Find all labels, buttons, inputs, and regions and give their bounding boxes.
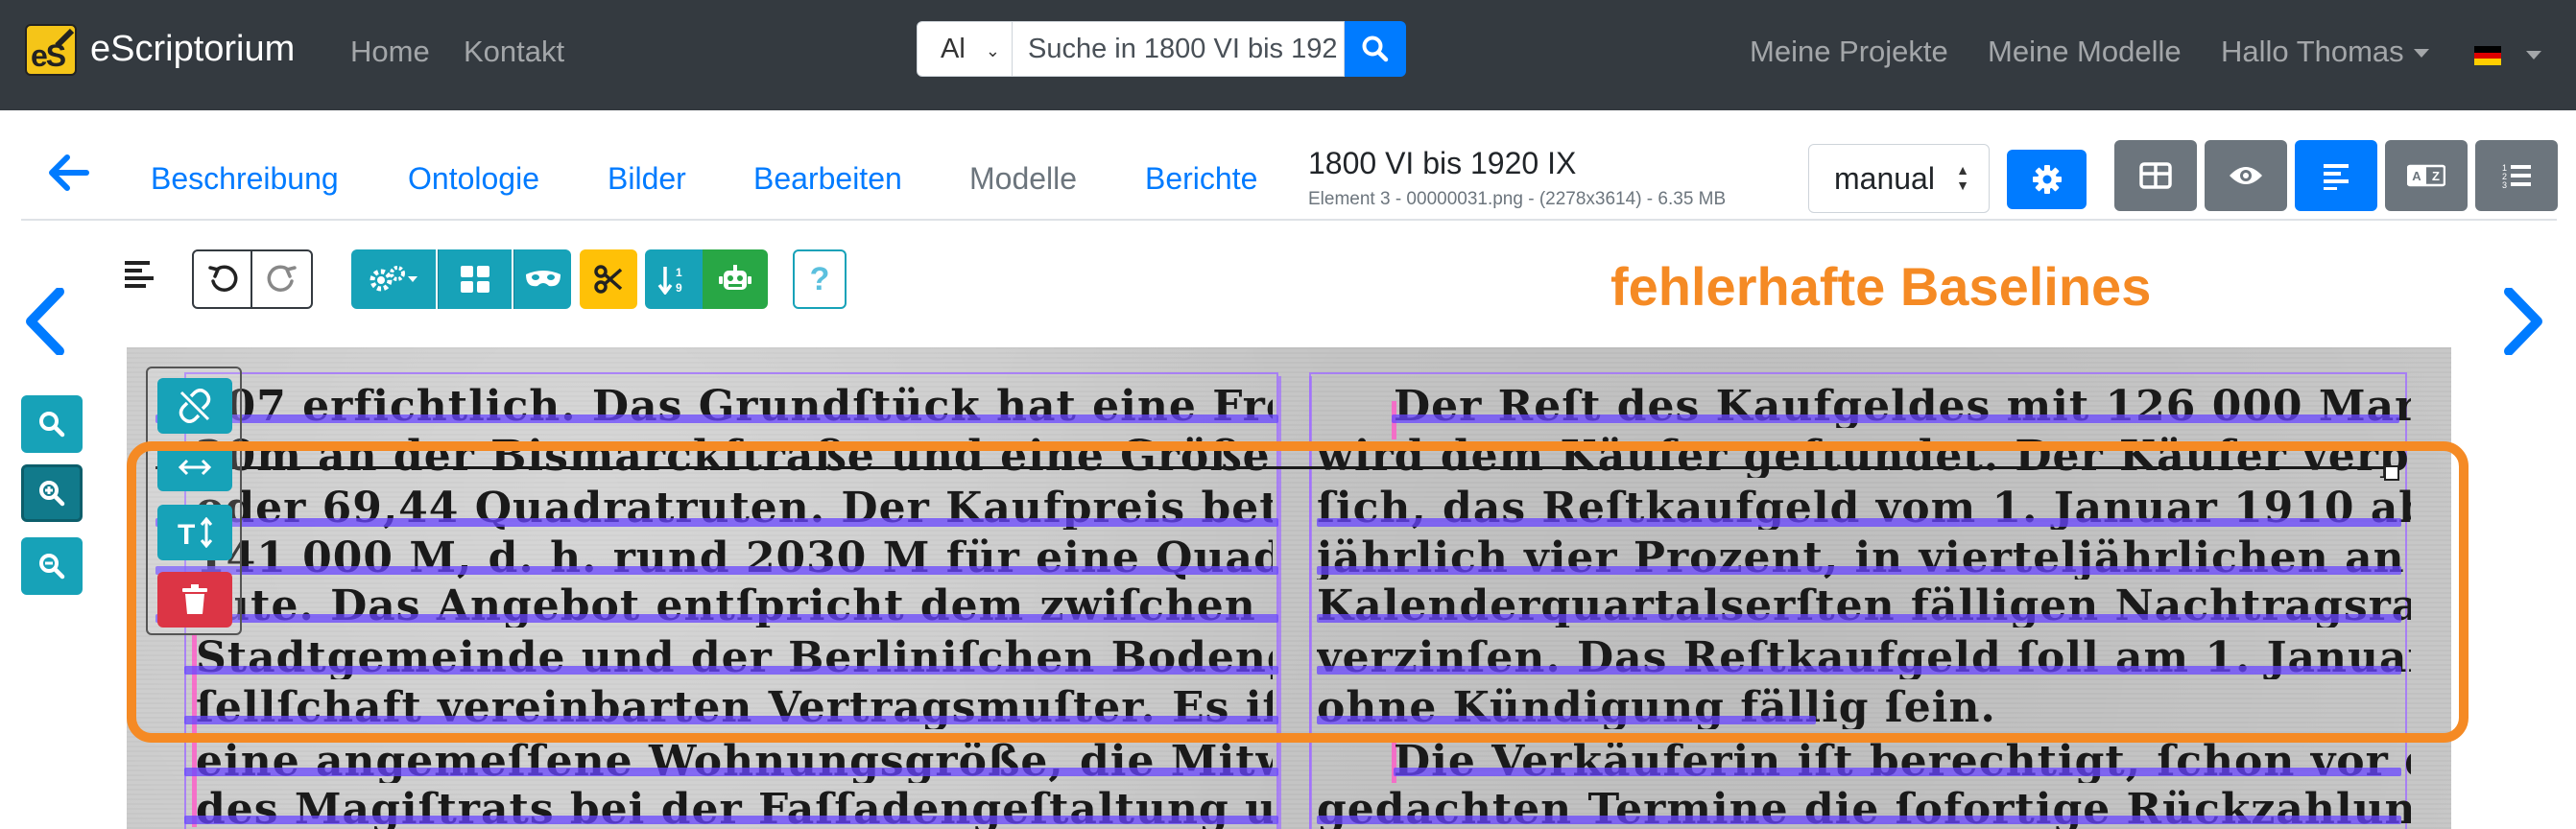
my-projects-link[interactable]: Meine Projekte (1750, 35, 1948, 69)
tab-bilder[interactable]: Bilder (608, 161, 686, 197)
undo-redo-group (192, 249, 313, 309)
baseline[interactable] (184, 768, 1278, 776)
unlink-line-button[interactable] (157, 378, 232, 434)
regions-toggle-button[interactable] (438, 249, 512, 309)
my-models-link[interactable]: Meine Modelle (1988, 35, 2182, 69)
tab-ontologie[interactable]: Ontologie (408, 161, 539, 197)
search-scope-value: Al (941, 33, 966, 64)
cut-tool-button[interactable] (580, 249, 637, 309)
transcription-mode-select[interactable]: manual ▲ ▼ (1808, 144, 1990, 213)
undo-button[interactable] (194, 251, 253, 307)
search-icon (39, 412, 65, 438)
list-ol-icon: 1 2 3 (2502, 163, 2531, 189)
segmentation-settings-button[interactable] (351, 249, 436, 309)
svg-text:Z: Z (2432, 169, 2440, 183)
search-input[interactable]: Suche in 1800 VI bis 192 (1013, 21, 1345, 77)
redo-button[interactable] (252, 251, 311, 307)
zoom-out-icon (39, 554, 65, 580)
auto-segment-button[interactable] (703, 249, 768, 309)
svg-text:3: 3 (2502, 180, 2507, 189)
sort-numeric-icon: 1 9 (657, 266, 682, 295)
align-left-icon (2324, 164, 2349, 190)
nav-kontakt-link[interactable]: Kontakt (464, 35, 564, 69)
back-arrow-icon[interactable] (48, 154, 90, 192)
question-icon: ? (809, 260, 830, 297)
tab-divider (21, 219, 2557, 221)
reorder-lines-button[interactable]: 1 9 (645, 249, 703, 309)
redo-icon (267, 265, 297, 292)
baseline[interactable] (1392, 414, 2399, 423)
chevron-down-icon: ⌄ (985, 41, 1000, 60)
robot-icon (719, 265, 751, 290)
tab-berichte[interactable]: Berichte (1145, 161, 1257, 197)
svg-text:1: 1 (676, 266, 682, 279)
scissors-icon (594, 265, 623, 294)
undo-icon (207, 265, 237, 292)
panel-transcription-button[interactable] (2295, 140, 2377, 211)
zoom-reset-button[interactable] (21, 395, 83, 453)
translate-icon: A Z (2407, 164, 2445, 187)
svg-text:A: A (2412, 169, 2421, 183)
unlink-icon (179, 389, 211, 423)
gear-icon (2032, 165, 2062, 194)
top-navbar: eS eScriptorium Home Kontakt Al ⌄ Suche … (0, 0, 2576, 110)
search-button[interactable] (1345, 21, 1406, 77)
german-flag-icon[interactable] (2474, 46, 2501, 65)
table-icon (2139, 162, 2172, 189)
baseline-handle[interactable] (2384, 465, 2399, 481)
escriptorium-logo-icon[interactable]: eS (25, 24, 77, 76)
gears-dropdown-icon (370, 266, 417, 292)
svg-text:9: 9 (676, 281, 682, 295)
search-scope-select[interactable]: Al ⌄ (917, 21, 1013, 77)
mask-icon (525, 271, 561, 287)
baseline[interactable] (1394, 768, 2401, 776)
language-caret-icon[interactable] (2526, 51, 2541, 59)
panel-segmentation-button[interactable] (2205, 140, 2287, 211)
zoom-in-icon (39, 481, 65, 507)
help-button[interactable]: ? (793, 249, 847, 309)
tab-beschreibung[interactable]: Beschreibung (151, 161, 339, 197)
panel-source-button[interactable] (2114, 140, 2197, 211)
settings-button[interactable] (2007, 150, 2087, 209)
nav-home-link[interactable]: Home (350, 35, 430, 69)
search-icon (1362, 36, 1389, 62)
brand-name[interactable]: eScriptorium (90, 29, 295, 70)
faulty-baselines-highlight (127, 441, 2469, 743)
grid-icon (461, 266, 489, 293)
document-title: 1800 VI bis 1920 IX (1308, 146, 1577, 180)
baseline[interactable] (1317, 816, 2401, 824)
user-menu-label: Hallo Thomas (2221, 35, 2404, 68)
panel-diplomatic-button[interactable]: A Z (2385, 140, 2468, 211)
tab-bearbeiten[interactable]: Bearbeiten (753, 161, 902, 197)
eye-icon (2230, 167, 2262, 184)
user-menu[interactable]: Hallo Thomas (2221, 35, 2429, 69)
panel-align-icon (125, 261, 154, 288)
next-image-icon[interactable] (2501, 288, 2545, 355)
document-subtitle: Element 3 - 00000031.png - (2278x3614) -… (1308, 189, 1727, 209)
panel-ontology-button[interactable]: 1 2 3 (2475, 140, 2558, 211)
transcription-mode-value: manual (1834, 161, 1935, 196)
masks-toggle-button[interactable] (513, 249, 571, 309)
baseline[interactable] (184, 816, 1278, 824)
previous-image-icon[interactable] (23, 288, 67, 355)
search-group: Al ⌄ Suche in 1800 VI bis 192 (917, 21, 1406, 77)
annotation-label: fehlerhafte Baselines (1610, 256, 2152, 317)
caret-down-icon (2413, 49, 2429, 59)
tab-modelle[interactable]: Modelle (969, 161, 1077, 197)
baseline[interactable] (155, 414, 1278, 423)
zoom-in-button[interactable] (21, 464, 83, 522)
zoom-out-button[interactable] (21, 537, 83, 595)
select-arrows-icon: ▲ ▼ (1956, 162, 1969, 193)
